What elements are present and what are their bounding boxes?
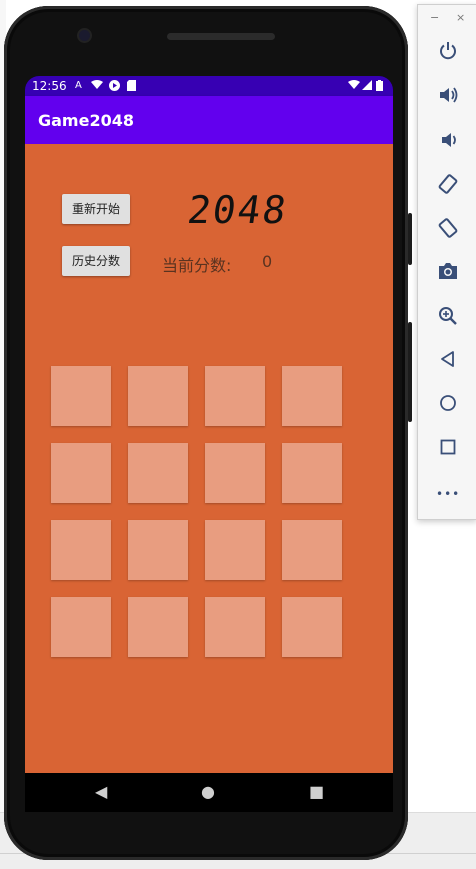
nav-recents-icon[interactable]: ■ bbox=[309, 783, 324, 801]
grid-cell[interactable] bbox=[205, 366, 265, 426]
current-score-value: 0 bbox=[262, 252, 273, 271]
game-logo: 2048 bbox=[184, 188, 291, 232]
more-icon[interactable]: ••• bbox=[436, 482, 460, 506]
power-key[interactable] bbox=[408, 322, 412, 422]
current-score-label: 当前分数: bbox=[162, 256, 232, 275]
nav-home-icon[interactable]: ● bbox=[201, 783, 215, 801]
grid-cell[interactable] bbox=[205, 520, 265, 580]
navigation-bar: ◀ ● ■ bbox=[25, 773, 393, 812]
grid-cell[interactable] bbox=[282, 597, 342, 657]
close-button[interactable]: × bbox=[456, 11, 465, 24]
grid-cell[interactable] bbox=[205, 597, 265, 657]
front-camera bbox=[79, 30, 90, 41]
grid-cell[interactable] bbox=[128, 443, 188, 503]
back-icon[interactable] bbox=[436, 350, 460, 374]
play-protect-icon bbox=[109, 80, 120, 94]
camera-icon[interactable] bbox=[436, 262, 460, 286]
zoom-icon[interactable] bbox=[436, 306, 460, 330]
grid-cell[interactable] bbox=[282, 520, 342, 580]
grid-cell[interactable] bbox=[51, 520, 111, 580]
rotate-right-icon[interactable] bbox=[436, 218, 460, 242]
volume-key[interactable] bbox=[408, 213, 412, 265]
game-grid[interactable] bbox=[51, 366, 343, 658]
volume-down-icon[interactable] bbox=[436, 130, 460, 154]
restart-button[interactable]: 重新开始 bbox=[62, 194, 130, 224]
overview-icon[interactable] bbox=[436, 438, 460, 462]
status-bar: 12:56 A bbox=[25, 76, 393, 96]
minimize-button[interactable]: − bbox=[430, 11, 439, 24]
status-time: 12:56 bbox=[32, 79, 67, 93]
power-icon[interactable] bbox=[436, 41, 460, 65]
emulator-toolbar: − × ••• bbox=[417, 4, 476, 520]
game-content: 重新开始 历史分数 2048 当前分数: 0 bbox=[25, 144, 393, 773]
nav-back-icon[interactable]: ◀ bbox=[95, 783, 107, 801]
wifi-icon bbox=[91, 80, 103, 93]
grid-cell[interactable] bbox=[51, 366, 111, 426]
app-bar: Game2048 bbox=[25, 96, 393, 144]
phone-screen: 12:56 A Game2048 重新开始 历史分数 2048 当前分数: 0 … bbox=[25, 76, 393, 812]
grid-cell[interactable] bbox=[128, 366, 188, 426]
grid-cell[interactable] bbox=[205, 443, 265, 503]
history-score-button[interactable]: 历史分数 bbox=[62, 246, 130, 276]
sim-a-icon: A bbox=[75, 80, 82, 91]
home-icon[interactable] bbox=[436, 394, 460, 418]
grid-cell[interactable] bbox=[282, 366, 342, 426]
grid-cell[interactable] bbox=[128, 597, 188, 657]
grid-cell[interactable] bbox=[51, 443, 111, 503]
battery-icon bbox=[376, 80, 383, 94]
grid-cell[interactable] bbox=[51, 597, 111, 657]
grid-cell[interactable] bbox=[128, 520, 188, 580]
grid-cell[interactable] bbox=[282, 443, 342, 503]
cell-signal-icon bbox=[362, 80, 372, 93]
earpiece-speaker bbox=[167, 33, 275, 40]
app-title: Game2048 bbox=[38, 111, 134, 130]
wifi-signal-icon bbox=[348, 80, 360, 93]
volume-up-icon[interactable] bbox=[436, 85, 460, 109]
sd-card-icon bbox=[127, 80, 136, 94]
rotate-left-icon[interactable] bbox=[436, 174, 460, 198]
phone-frame: 12:56 A Game2048 重新开始 历史分数 2048 当前分数: 0 … bbox=[4, 6, 412, 860]
